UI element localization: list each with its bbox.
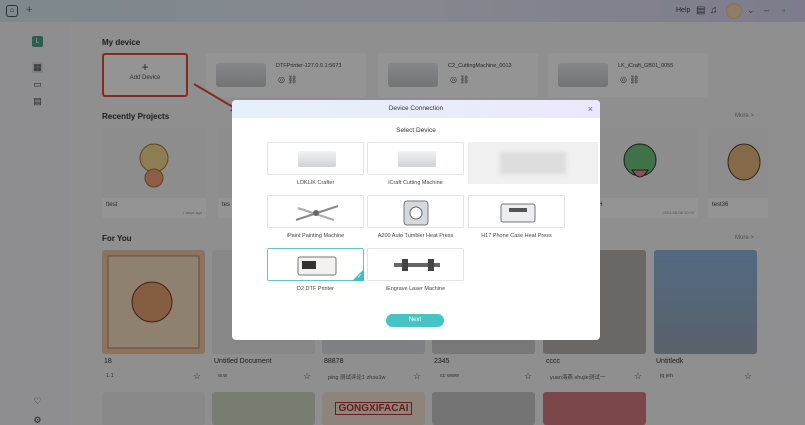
dialog-header: Device Connection ×: [232, 100, 600, 118]
laser-image: [394, 259, 440, 271]
painter-image: [295, 205, 339, 221]
device-option-d2-dtf[interactable]: ✓: [267, 248, 364, 281]
dialog-title: Device Connection: [388, 105, 444, 112]
device-image: [298, 151, 336, 167]
device-option-label: H17 Phone Case Heat Press: [481, 233, 552, 239]
phone-press-image: [500, 203, 536, 223]
device-option-label: A200 Auto Tumbler Heat Press: [377, 233, 454, 239]
device-option-label: iPaint Painting Machine: [286, 233, 345, 239]
device-option-label: iCraft Cutting Machine: [388, 180, 443, 186]
device-option-label: LOKLIK Crafter: [296, 180, 335, 186]
check-icon: ✓: [356, 274, 362, 280]
device-option-iengrave[interactable]: [367, 248, 464, 281]
blurred-device-option: [468, 142, 598, 184]
device-option-label: iEngrave Laser Machine: [385, 286, 446, 292]
heat-press-image: [403, 200, 429, 226]
device-option-icraft[interactable]: [367, 142, 464, 175]
dtf-printer-image: [297, 256, 337, 276]
device-option-h17[interactable]: [468, 195, 565, 228]
close-icon[interactable]: ×: [588, 100, 593, 118]
device-option-label: D2 DTF Printer: [297, 286, 334, 292]
device-option-a200[interactable]: [367, 195, 464, 228]
device-image: [398, 151, 436, 167]
select-device-subtitle: Select Device: [396, 127, 436, 134]
next-button[interactable]: Next: [386, 314, 444, 327]
device-option-loklik-crafter[interactable]: [267, 142, 364, 175]
device-option-ipaint[interactable]: [267, 195, 364, 228]
